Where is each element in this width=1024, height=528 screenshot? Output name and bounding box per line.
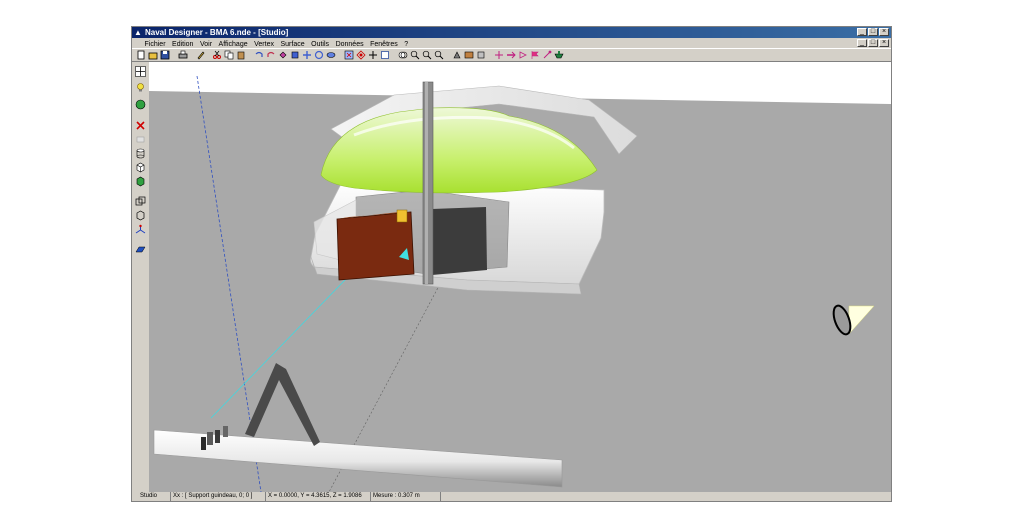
layer-icon[interactable] [135, 134, 146, 145]
status-bar: Studio Xx : [ Support guindeau, 0; 0 ] X… [132, 492, 891, 501]
redo-icon[interactable] [266, 50, 276, 60]
camera-icon[interactable] [398, 50, 408, 60]
status-measure: Mesure : 0.307 m [370, 492, 440, 501]
export-icon[interactable] [464, 50, 474, 60]
status-coords: X = 0.0000, Y = 4.3615, Z = 1.9086 [265, 492, 370, 501]
mast-highlight [425, 82, 428, 284]
wire-icon[interactable] [135, 210, 146, 221]
zoom-window-icon[interactable] [380, 50, 390, 60]
window-title: Naval Designer - BMA 6.nde - [Studio] [145, 28, 289, 37]
frame-icon[interactable] [135, 196, 146, 207]
box-icon[interactable] [135, 162, 146, 173]
grid-icon[interactable] [422, 50, 432, 60]
status-selection: Xx : [ Support guindeau, 0; 0 ] [170, 492, 265, 501]
scissors-icon[interactable] [212, 50, 222, 60]
app-logo-icon: ▲ [134, 28, 142, 37]
mdi-close-button[interactable]: × [879, 39, 889, 47]
copy-icon[interactable] [224, 50, 234, 60]
hull-icon[interactable] [554, 50, 564, 60]
scale-icon[interactable] [326, 50, 336, 60]
cube-icon[interactable] [290, 50, 300, 60]
marker-icon[interactable] [542, 50, 552, 60]
light-icon[interactable] [410, 50, 420, 60]
status-mode: Studio [140, 493, 158, 499]
print-icon[interactable] [178, 50, 188, 60]
section-icon[interactable] [494, 50, 504, 60]
cylinder-icon[interactable] [135, 148, 146, 159]
new-icon[interactable] [136, 50, 146, 60]
zoom-out-icon[interactable] [368, 50, 378, 60]
main-toolbar [132, 48, 891, 62]
measure-icon[interactable] [434, 50, 444, 60]
minimize-button[interactable]: _ [857, 28, 867, 36]
fitting-b [207, 432, 213, 445]
mdi-restore-button[interactable]: □ [868, 39, 878, 47]
light-bulb-icon[interactable] [135, 82, 146, 93]
fitting-c [215, 430, 220, 443]
menu-bar: Fichier Edition Voir Affichage Vertex Su… [132, 38, 891, 48]
green-box-icon[interactable] [135, 176, 146, 187]
sphere-icon[interactable] [135, 99, 146, 110]
undo-icon[interactable] [254, 50, 264, 60]
pencil-icon[interactable] [196, 50, 206, 60]
fitting-d [223, 426, 228, 437]
app-window: ▲ Naval Designer - BMA 6.nde - [Studio] … [131, 26, 892, 502]
axis-icon[interactable] [135, 224, 146, 235]
rotate-icon[interactable] [314, 50, 324, 60]
cabin-dark-wall [432, 207, 487, 275]
status-empty [440, 492, 891, 501]
cursor-icon[interactable] [135, 66, 146, 77]
arrow-icon[interactable] [518, 50, 528, 60]
save-icon[interactable] [160, 50, 170, 60]
zoom-icon[interactable] [344, 50, 354, 60]
waterline-icon[interactable] [506, 50, 516, 60]
title-bar: ▲ Naval Designer - BMA 6.nde - [Studio] … [132, 27, 891, 38]
select-icon[interactable] [278, 50, 288, 60]
move-icon[interactable] [302, 50, 312, 60]
mdi-minimize-button[interactable]: _ [857, 39, 867, 47]
3d-viewport[interactable] [149, 62, 891, 492]
crate-highlight [396, 209, 408, 223]
zoom-in-icon[interactable] [356, 50, 366, 60]
scene-canvas[interactable] [149, 62, 891, 492]
fitting-a [201, 437, 206, 450]
close-button[interactable]: × [879, 28, 889, 36]
left-toolbar [132, 62, 150, 492]
render-icon[interactable] [476, 50, 486, 60]
plane-icon[interactable] [135, 244, 146, 255]
flag2-icon[interactable] [530, 50, 540, 60]
flag-icon[interactable] [452, 50, 462, 60]
mdi-controls: _ □ × [857, 39, 889, 47]
open-icon[interactable] [148, 50, 158, 60]
paste-icon[interactable] [236, 50, 246, 60]
maximize-button[interactable]: □ [868, 28, 878, 36]
delete-icon[interactable] [135, 120, 146, 131]
